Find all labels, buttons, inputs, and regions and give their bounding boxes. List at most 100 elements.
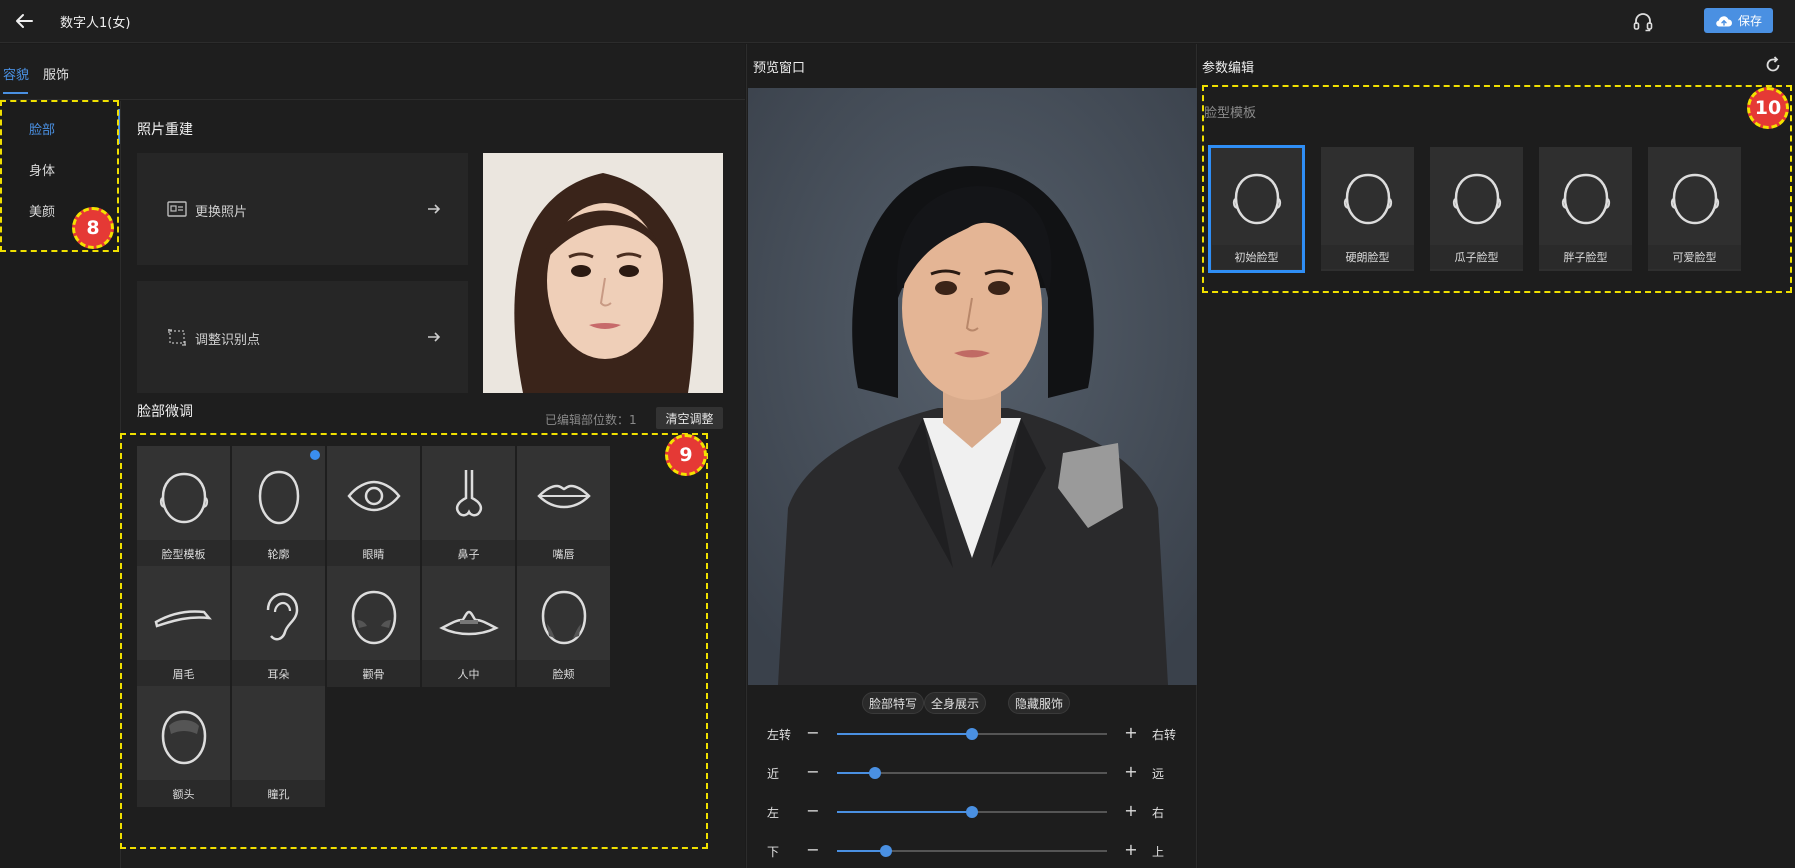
template-label: 瓜子脸型 bbox=[1430, 245, 1523, 269]
tile-label: 人中 bbox=[422, 660, 515, 687]
slider-thumb[interactable] bbox=[966, 806, 978, 818]
slider-fill bbox=[837, 811, 972, 813]
params-panel: 参数编辑 脸型模板 初始脸型 硬朗脸型 瓜子脸型 胖子脸型 可爱脸型 bbox=[1198, 44, 1795, 868]
arrow-right-icon bbox=[428, 204, 441, 214]
tile-label: 轮廓 bbox=[232, 540, 325, 567]
appearance-panel: 容貌 服饰 脸部 身体 美颜 照片重建 更换照片 调整识别点 脸部微调 已编辑部… bbox=[0, 44, 745, 868]
rotate-slider[interactable] bbox=[837, 728, 1107, 740]
vertical-slider[interactable] bbox=[837, 845, 1107, 857]
clear-adjustments-button[interactable]: 清空调整 bbox=[656, 407, 723, 429]
cheekbone-icon bbox=[351, 590, 397, 645]
template-label: 可爱脸型 bbox=[1648, 245, 1741, 269]
save-button[interactable]: 保存 bbox=[1704, 8, 1773, 33]
tab-clothing[interactable]: 服饰 bbox=[43, 64, 69, 83]
increase-button[interactable]: + bbox=[1123, 723, 1139, 743]
tile-label: 瞳孔 bbox=[232, 780, 325, 807]
avatar-viewport[interactable] bbox=[748, 88, 1197, 685]
edited-dot bbox=[310, 450, 320, 460]
decrease-button[interactable]: − bbox=[805, 723, 821, 743]
top-bar: 数字人1(女) 保存 bbox=[0, 0, 1795, 43]
tile-lips[interactable]: 嘴唇 bbox=[517, 446, 610, 567]
main-tabs: 容貌 服饰 bbox=[0, 44, 745, 100]
slider-thumb[interactable] bbox=[879, 845, 892, 857]
edited-count: 已编辑部位数：1 bbox=[545, 413, 637, 427]
face-template-icon bbox=[159, 472, 209, 524]
tile-label: 额头 bbox=[137, 780, 230, 807]
hide-clothing-button[interactable]: 隐藏服饰 bbox=[1008, 692, 1071, 714]
nav-item-beauty[interactable]: 美颜 bbox=[29, 201, 55, 220]
annotation-badge-9: 9 bbox=[665, 434, 707, 476]
preview-panel: 预览窗口 脸部特写 全身展示 隐藏服饰 左转 − + 右转 近 − + 远 左 … bbox=[746, 44, 1197, 868]
face-closeup-button[interactable]: 脸部特写 bbox=[862, 692, 925, 714]
tile-cheek[interactable]: 脸颊 bbox=[517, 566, 610, 687]
zoom-slider[interactable] bbox=[837, 767, 1107, 779]
tab-appearance[interactable]: 容貌 bbox=[3, 64, 29, 83]
annotation-badge-8: 8 bbox=[72, 207, 114, 249]
template-strong[interactable]: 硬朗脸型 bbox=[1321, 147, 1414, 271]
template-chubby[interactable]: 胖子脸型 bbox=[1539, 147, 1632, 271]
adjust-landmarks-button[interactable]: 调整识别点 bbox=[137, 281, 468, 393]
tile-cheekbone[interactable]: 颧骨 bbox=[327, 566, 420, 687]
active-tab-indicator bbox=[3, 92, 28, 94]
view-mode-group: 脸部特写 全身展示 隐藏服饰 bbox=[862, 692, 1071, 714]
ear-icon bbox=[266, 592, 299, 641]
eye-icon bbox=[347, 480, 401, 512]
nose-icon bbox=[455, 470, 483, 517]
slider-fill bbox=[837, 850, 886, 852]
slider-right-label: 右 bbox=[1152, 806, 1165, 820]
tile-label: 耳朵 bbox=[232, 660, 325, 687]
rotate-slider-row: 左转 − + 右转 bbox=[747, 722, 1198, 746]
tile-pupil[interactable]: 瞳孔 bbox=[232, 686, 325, 807]
tile-face-template[interactable]: 脸型模板 bbox=[137, 446, 230, 567]
slider-thumb[interactable] bbox=[868, 767, 881, 779]
preview-title: 预览窗口 bbox=[753, 61, 806, 76]
tile-eyebrow[interactable]: 眉毛 bbox=[137, 566, 230, 687]
adjust-landmarks-label: 调整识别点 bbox=[195, 333, 261, 348]
full-body-button[interactable]: 全身展示 bbox=[924, 692, 987, 714]
reset-icon[interactable] bbox=[1764, 56, 1782, 74]
cheek-icon bbox=[541, 590, 587, 645]
tile-label: 眼睛 bbox=[327, 540, 420, 567]
increase-button[interactable]: + bbox=[1123, 840, 1139, 860]
feature-grid: 脸型模板 轮廓 眼睛 鼻子 嘴唇 眉毛 耳朵 颧骨 人中 脸颊 额头 瞳孔 bbox=[137, 446, 727, 846]
nav-item-body[interactable]: 身体 bbox=[29, 160, 55, 179]
increase-button[interactable]: + bbox=[1123, 762, 1139, 782]
back-arrow-icon[interactable] bbox=[12, 9, 38, 33]
horizontal-slider-row: 左 − + 右 bbox=[747, 800, 1198, 824]
params-title: 参数编辑 bbox=[1202, 61, 1255, 76]
tile-philtrum[interactable]: 人中 bbox=[422, 566, 515, 687]
template-label: 胖子脸型 bbox=[1539, 245, 1632, 269]
headset-icon[interactable] bbox=[1630, 9, 1656, 35]
philtrum-icon bbox=[439, 610, 499, 636]
forehead-icon bbox=[161, 710, 207, 765]
tile-label: 鼻子 bbox=[422, 540, 515, 567]
template-melon-seed[interactable]: 瓜子脸型 bbox=[1430, 147, 1523, 271]
template-cute[interactable]: 可爱脸型 bbox=[1648, 147, 1741, 271]
tile-nose[interactable]: 鼻子 bbox=[422, 446, 515, 567]
zoom-slider-row: 近 − + 远 bbox=[747, 761, 1198, 785]
slider-thumb[interactable] bbox=[966, 728, 978, 740]
horizontal-slider[interactable] bbox=[837, 806, 1107, 818]
id-card-icon bbox=[167, 201, 187, 217]
tile-forehead[interactable]: 额头 bbox=[137, 686, 230, 807]
page-title: 数字人1(女) bbox=[60, 16, 131, 31]
slider-left-label: 近 bbox=[767, 767, 780, 781]
cloud-upload-icon bbox=[1716, 15, 1732, 27]
vertical-slider-row: 下 − + 上 bbox=[747, 839, 1198, 863]
decrease-button[interactable]: − bbox=[805, 801, 821, 821]
change-photo-button[interactable]: 更换照片 bbox=[137, 153, 468, 265]
template-initial[interactable]: 初始脸型 bbox=[1208, 145, 1305, 273]
nav-item-face[interactable]: 脸部 bbox=[29, 119, 55, 138]
tile-ear[interactable]: 耳朵 bbox=[232, 566, 325, 687]
tile-eye[interactable]: 眼睛 bbox=[327, 446, 420, 567]
tile-contour[interactable]: 轮廓 bbox=[232, 446, 325, 567]
increase-button[interactable]: + bbox=[1123, 801, 1139, 821]
decrease-button[interactable]: − bbox=[805, 762, 821, 782]
photo-section-title: 照片重建 bbox=[137, 122, 193, 138]
decrease-button[interactable]: − bbox=[805, 840, 821, 860]
template-label: 初始脸型 bbox=[1212, 245, 1301, 269]
fine-tune-title: 脸部微调 bbox=[137, 404, 193, 420]
nav-active-indicator bbox=[118, 109, 120, 144]
eyebrow-icon bbox=[154, 610, 212, 628]
slider-fill bbox=[837, 733, 972, 735]
